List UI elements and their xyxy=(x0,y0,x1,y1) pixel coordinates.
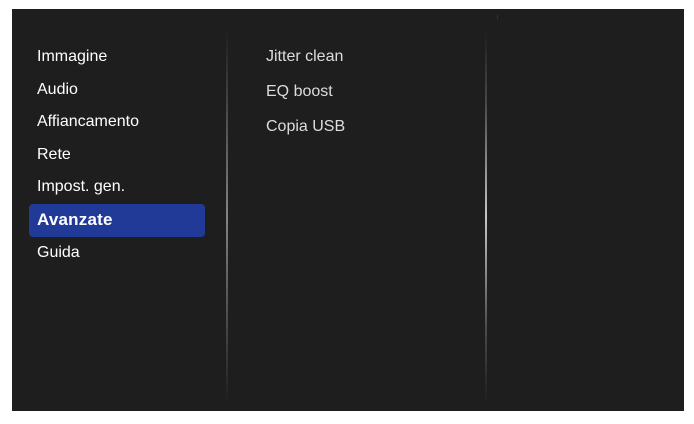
submenu-item-eq-boost[interactable]: EQ boost xyxy=(266,74,466,109)
menu-item-immagine[interactable]: Immagine xyxy=(29,41,205,74)
submenu: Jitter clean EQ boost Copia USB xyxy=(266,39,466,144)
column-divider-left xyxy=(226,31,228,403)
column-divider-right xyxy=(485,31,487,403)
menu-item-rete[interactable]: Rete xyxy=(29,139,205,172)
submenu-item-copia-usb[interactable]: Copia USB xyxy=(266,109,466,144)
submenu-item-jitter-clean[interactable]: Jitter clean xyxy=(266,39,466,74)
main-menu: Immagine Audio Affiancamento Rete Impost… xyxy=(29,41,205,269)
menu-item-avanzate-selected[interactable]: Avanzate xyxy=(29,203,205,237)
menu-item-affiancamento[interactable]: Affiancamento xyxy=(29,106,205,139)
menu-item-impost-gen[interactable]: Impost. gen. xyxy=(29,171,205,204)
osd-settings-screen: Immagine Audio Affiancamento Rete Impost… xyxy=(12,9,684,411)
top-tick-mark xyxy=(497,15,498,19)
menu-item-audio[interactable]: Audio xyxy=(29,74,205,107)
menu-item-guida[interactable]: Guida xyxy=(29,237,205,270)
